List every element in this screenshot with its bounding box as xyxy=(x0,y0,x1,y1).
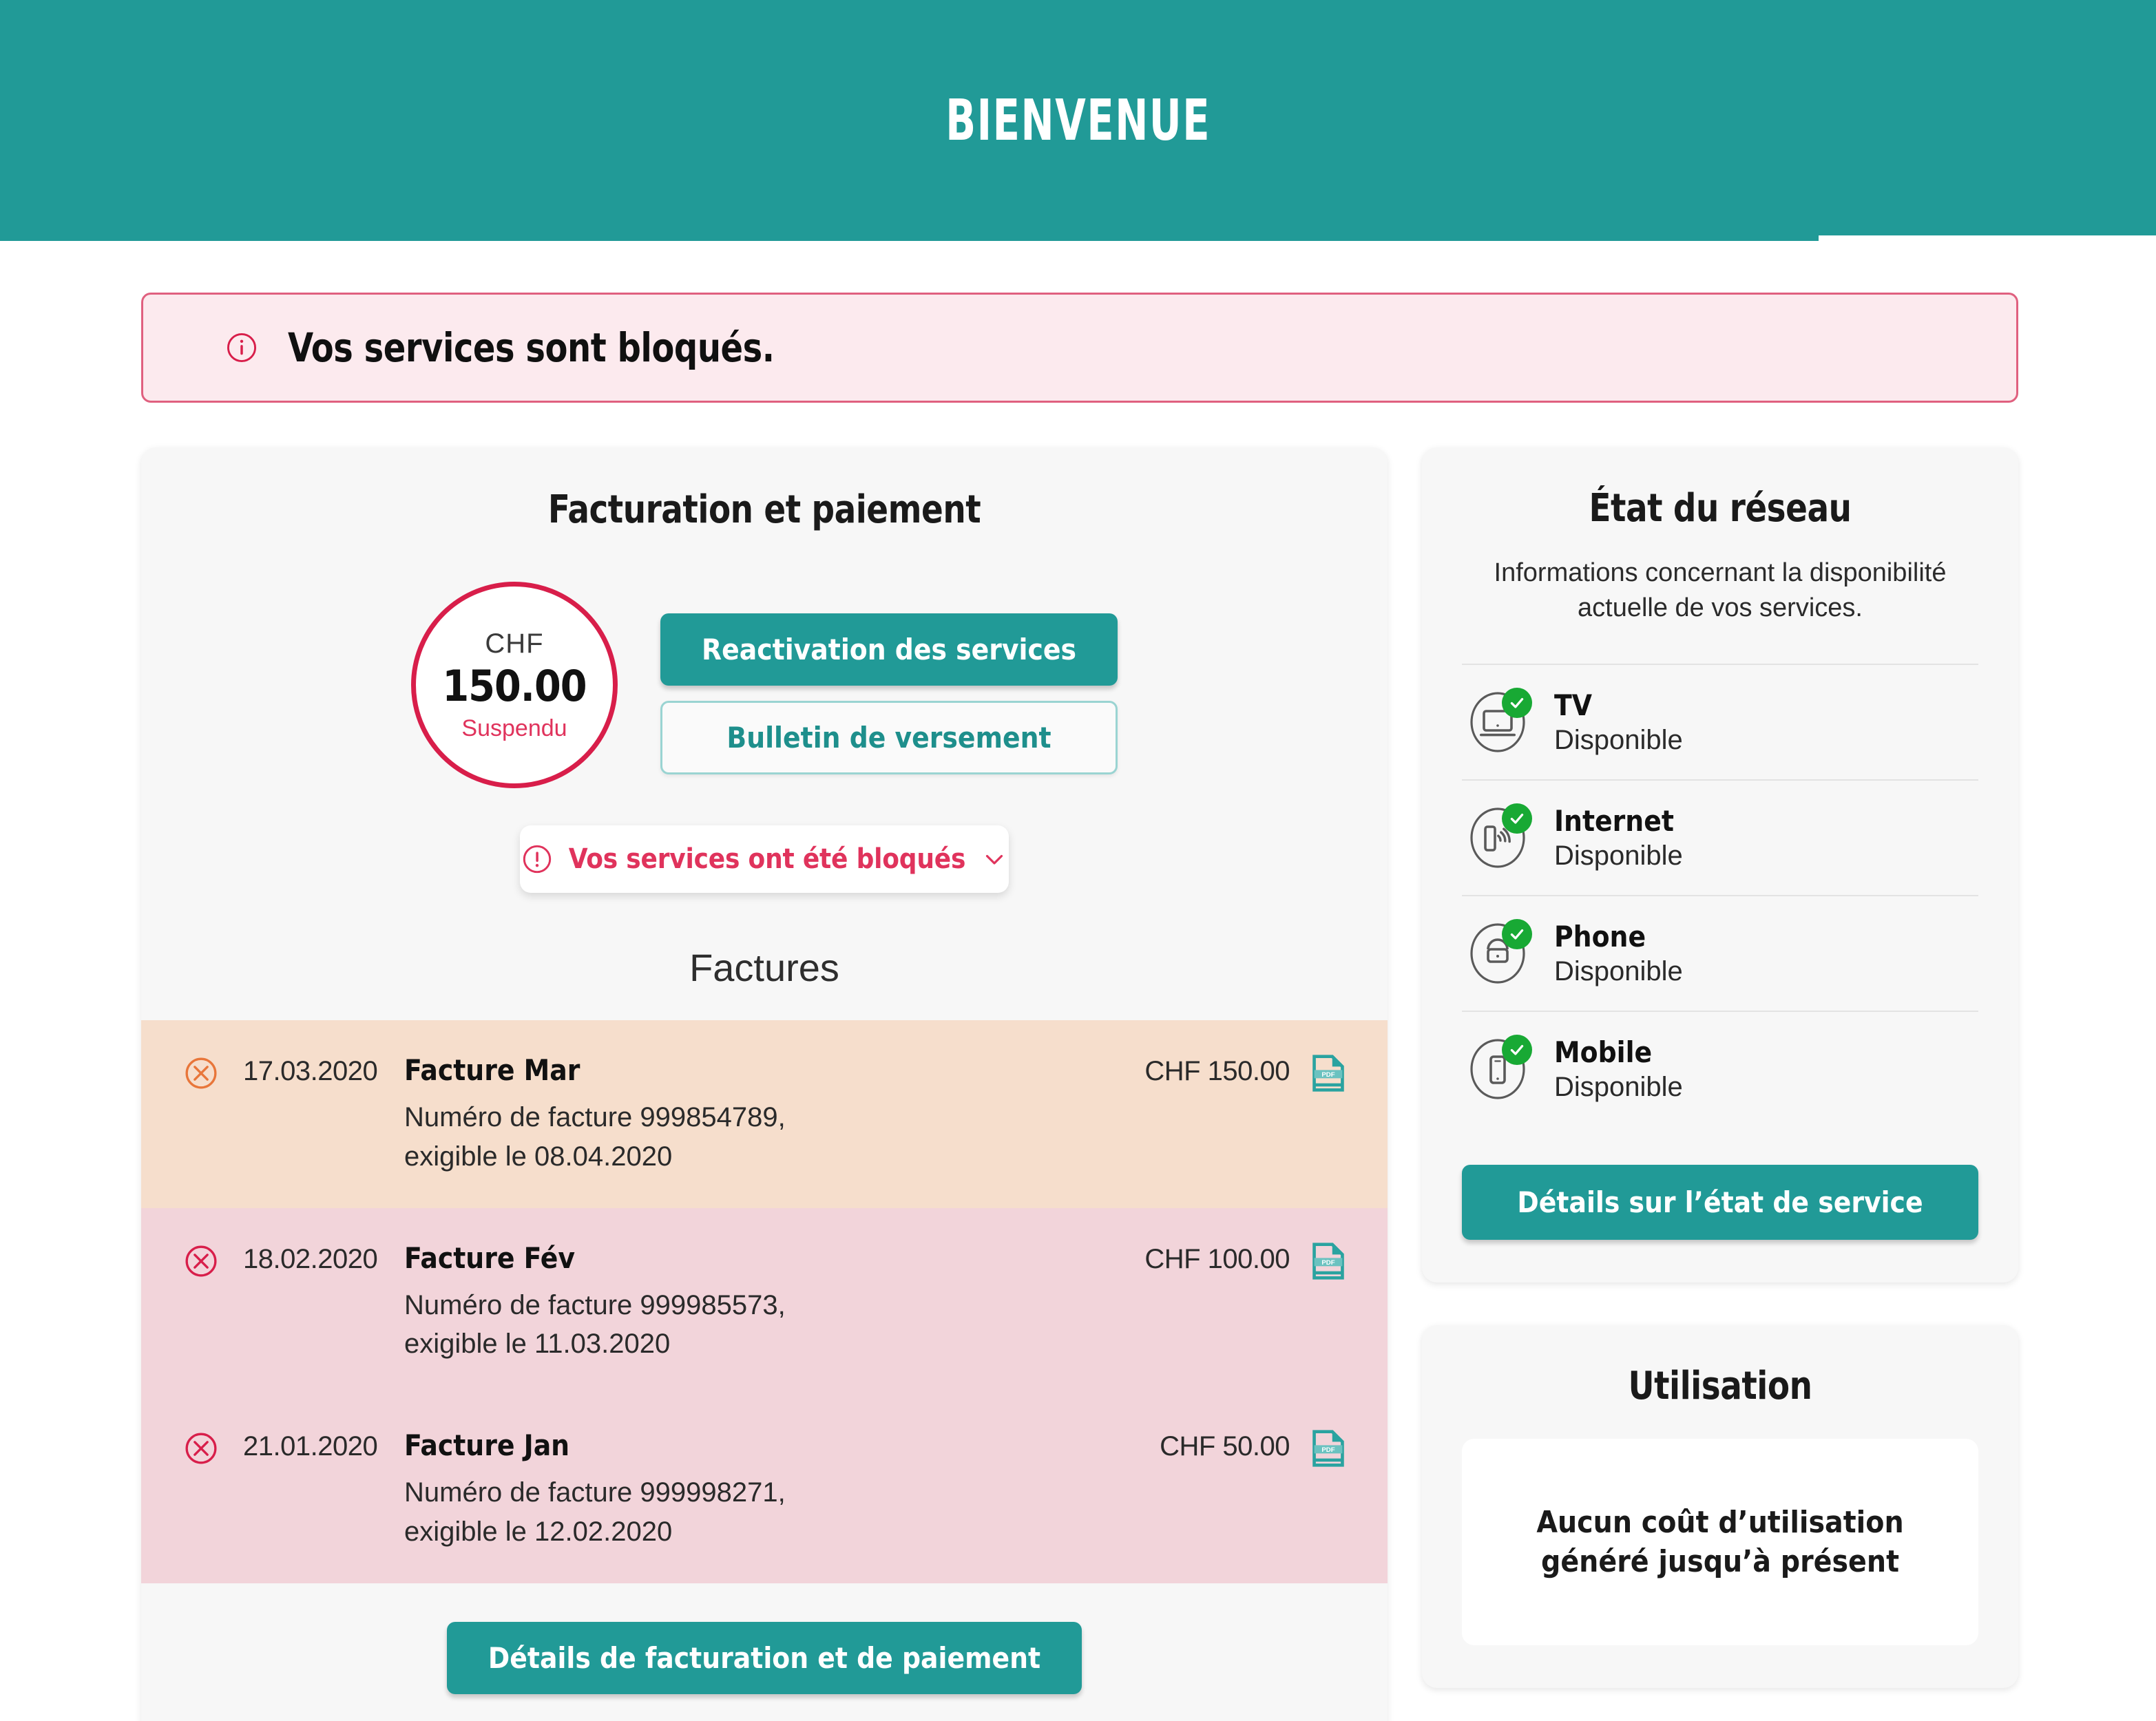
service-status-list: TV Disponible Internet Disponible Phone … xyxy=(1462,664,1978,1126)
list-item: Phone Disponible xyxy=(1462,895,1978,1011)
invoice-body: Facture Jan Numéro de facture 999998271,… xyxy=(404,1428,1083,1552)
service-text: Phone Disponible xyxy=(1554,920,1683,987)
invoice-number: Numéro de facture 999985573, xyxy=(404,1289,786,1320)
pdf-download-button[interactable]: PDF xyxy=(1290,1430,1345,1467)
billing-heading: Facturation et paiement xyxy=(547,487,981,532)
svg-text:PDF: PDF xyxy=(1321,1259,1335,1267)
tv-status-icon-wrap xyxy=(1465,688,1532,755)
service-state: Disponible xyxy=(1554,841,1683,872)
list-item: TV Disponible xyxy=(1462,664,1978,779)
invoice-title: Facture Jan xyxy=(404,1428,570,1463)
billing-actions: Reactivation des services Bulletin de ve… xyxy=(660,582,1118,774)
invoice-date: 17.03.2020 xyxy=(243,1056,378,1086)
invoice-amount: CHF 150.00 xyxy=(1144,1056,1290,1086)
invoice-amount: CHF 50.00 xyxy=(1160,1431,1290,1462)
amount-status: Suspendu xyxy=(461,715,567,741)
billing-footer: Détails de facturation et de paiement xyxy=(141,1583,1388,1721)
right-column: État du réseau Informations concernant l… xyxy=(1422,447,2018,1689)
pdf-file-icon: PDF xyxy=(1312,1430,1344,1467)
usage-empty-line-2: généré jusqu’à présent xyxy=(1540,1544,1899,1580)
check-icon xyxy=(1510,1045,1524,1055)
pdf-file-icon: PDF xyxy=(1312,1055,1344,1092)
info-circle-icon xyxy=(227,333,256,362)
invoice-body: Facture Fév Numéro de facture 999985573,… xyxy=(404,1241,1083,1364)
table-row[interactable]: 18.02.2020 Facture Fév Numéro de facture… xyxy=(141,1207,1388,1396)
x-circle-icon xyxy=(185,1433,217,1464)
mobile-status-icon-wrap xyxy=(1465,1035,1532,1102)
usage-heading: Utilisation xyxy=(1628,1364,1812,1409)
amount-currency: CHF xyxy=(485,628,544,659)
service-state: Disponible xyxy=(1554,956,1683,987)
check-circle-icon xyxy=(1502,1035,1532,1066)
usage-empty-text: Aucun coût d’utilisation généré jusqu’à … xyxy=(1536,1503,1903,1581)
payment-slip-button[interactable]: Bulletin de versement xyxy=(660,701,1118,774)
check-circle-icon xyxy=(1502,688,1532,719)
amount-value: 150.00 xyxy=(442,660,587,711)
chevron-down-icon xyxy=(986,854,1003,865)
check-icon xyxy=(1510,929,1524,940)
svg-text:PDF: PDF xyxy=(1321,1446,1335,1454)
list-item: Internet Disponible xyxy=(1462,779,1978,895)
service-text: TV Disponible xyxy=(1554,688,1683,756)
invoice-due-date: exigible le 12.02.2020 xyxy=(404,1516,673,1547)
invoice-number: Numéro de facture 999854789, xyxy=(404,1102,786,1132)
warning-circle-icon xyxy=(523,845,551,874)
list-item: Mobile Disponible xyxy=(1462,1011,1978,1126)
page-body: Vos services sont bloqués. Facturation e… xyxy=(0,241,2156,1721)
invoices-heading: Factures xyxy=(689,946,839,989)
services-blocked-dropdown[interactable]: Vos services ont été bloqués xyxy=(520,825,1009,893)
usage-card: Utilisation Aucun coût d’utilisation gén… xyxy=(1422,1325,2018,1689)
invoice-title: Facture Mar xyxy=(404,1053,580,1087)
left-column: Facturation et paiement CHF 150.00 Suspe… xyxy=(141,447,1388,1721)
x-circle-icon xyxy=(185,1245,217,1277)
check-icon xyxy=(1510,698,1524,708)
network-status-card: État du réseau Informations concernant l… xyxy=(1422,447,2018,1283)
services-blocked-alert: Vos services sont bloqués. xyxy=(141,293,2018,403)
usage-empty-line-1: Aucun coût d’utilisation xyxy=(1536,1504,1904,1540)
table-row[interactable]: 21.01.2020 Facture Jan Numéro de facture… xyxy=(141,1395,1388,1583)
invoice-date: 21.01.2020 xyxy=(243,1431,378,1462)
service-name: Phone xyxy=(1554,920,1646,954)
amount-due-badge: CHF 150.00 Suspendu xyxy=(411,582,618,788)
blocked-pill-label: Vos services ont été bloqués xyxy=(568,843,966,875)
alert-message: Vos services sont bloqués. xyxy=(288,324,775,371)
service-name: Mobile xyxy=(1554,1035,1653,1070)
service-text: Mobile Disponible xyxy=(1554,1035,1683,1103)
invoice-amount: CHF 100.00 xyxy=(1144,1243,1290,1274)
table-row[interactable]: 17.03.2020 Facture Mar Numéro de facture… xyxy=(141,1020,1388,1208)
x-circle-icon xyxy=(185,1057,217,1089)
invoice-number: Numéro de facture 999998271, xyxy=(404,1477,786,1508)
pdf-file-icon: PDF xyxy=(1312,1242,1344,1280)
network-heading: État du réseau xyxy=(1589,486,1852,531)
invoice-due-date: exigible le 08.04.2020 xyxy=(404,1141,673,1172)
service-status-details-button[interactable]: Détails sur l’état de service xyxy=(1462,1165,1978,1240)
site-header: BIENVENUE xyxy=(0,0,2156,241)
service-state: Disponible xyxy=(1554,725,1683,756)
billing-details-button[interactable]: Détails de facturation et de paiement xyxy=(446,1621,1082,1694)
check-circle-icon xyxy=(1502,919,1532,950)
billing-summary: CHF 150.00 Suspendu Reactivation des ser… xyxy=(141,582,1388,788)
service-text: Internet Disponible xyxy=(1554,804,1683,872)
reactivate-services-button[interactable]: Reactivation des services xyxy=(660,613,1118,686)
pdf-download-button[interactable]: PDF xyxy=(1290,1055,1345,1092)
invoice-date: 18.02.2020 xyxy=(243,1243,378,1274)
usage-empty-state: Aucun coût d’utilisation généré jusqu’à … xyxy=(1462,1439,1978,1646)
service-state: Disponible xyxy=(1554,1072,1683,1103)
page-title: BIENVENUE xyxy=(945,87,1211,154)
pdf-download-button[interactable]: PDF xyxy=(1290,1242,1345,1280)
main-content-grid: Facturation et paiement CHF 150.00 Suspe… xyxy=(0,403,2156,1721)
network-subtitle: Informations concernant la disponibilité… xyxy=(1494,558,1947,622)
invoice-title: Facture Fév xyxy=(404,1240,576,1275)
billing-card: Facturation et paiement CHF 150.00 Suspe… xyxy=(141,447,1388,1721)
check-circle-icon xyxy=(1502,803,1532,834)
service-name: Internet xyxy=(1554,804,1674,838)
invoice-body: Facture Mar Numéro de facture 999854789,… xyxy=(404,1053,1083,1176)
network-footer: Détails sur l’état de service xyxy=(1462,1165,1978,1240)
service-name: TV xyxy=(1554,688,1593,723)
internet-status-icon-wrap xyxy=(1465,803,1532,871)
invoice-due-date: exigible le 11.03.2020 xyxy=(404,1329,671,1360)
check-icon xyxy=(1510,814,1524,824)
svg-text:PDF: PDF xyxy=(1321,1071,1335,1079)
phone-status-icon-wrap xyxy=(1465,919,1532,986)
